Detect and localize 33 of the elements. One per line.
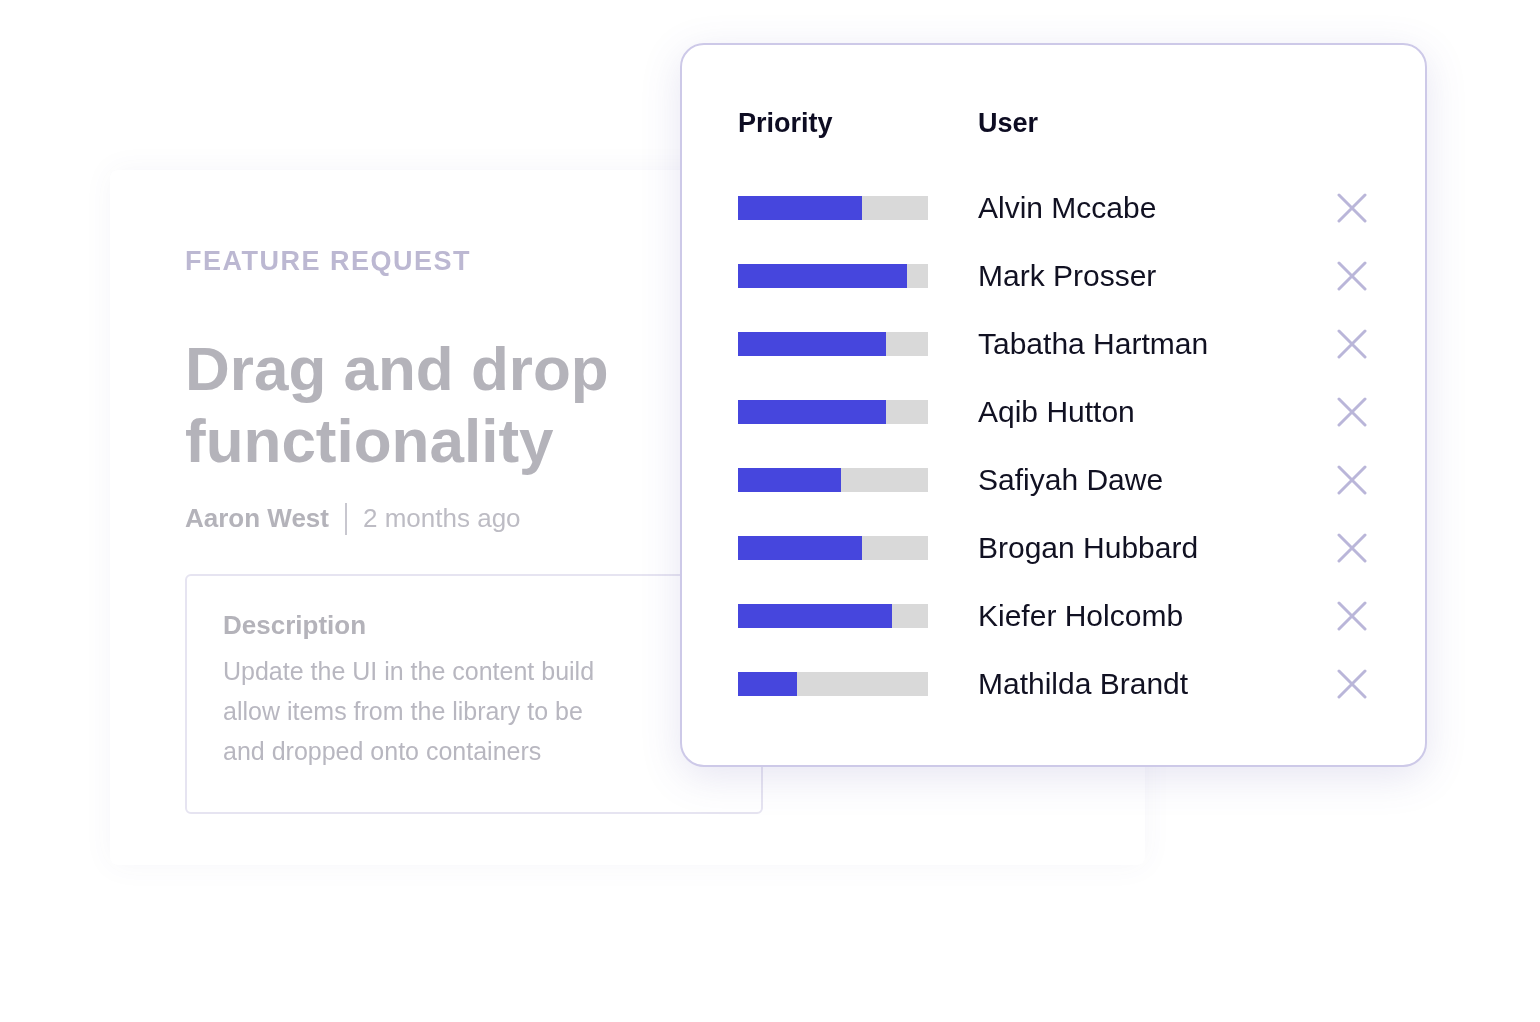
request-title: Drag and drop functionality [185, 333, 610, 477]
close-icon [1337, 668, 1367, 699]
description-heading: Description [223, 610, 368, 642]
remove-button[interactable] [1337, 328, 1367, 359]
remove-button[interactable] [1337, 260, 1367, 291]
close-icon [1337, 600, 1367, 631]
user-name: Tabatha Hartman [978, 326, 1210, 362]
remove-button[interactable] [1337, 192, 1367, 223]
column-header: User [978, 107, 1039, 140]
description-text: allow items from the library to be [223, 696, 583, 728]
close-icon [1337, 464, 1367, 495]
description-text: Update the UI in the content build [223, 656, 595, 688]
user-name: Mathilda Brandt [978, 666, 1190, 702]
close-icon [1337, 192, 1367, 223]
user-name: Mark Prosser [978, 258, 1158, 294]
close-icon [1337, 328, 1367, 359]
description-text: and dropped onto containers [223, 736, 542, 768]
user-name: Alvin Mccabe [978, 190, 1158, 226]
remove-button[interactable] [1337, 464, 1367, 495]
author-name: Aaron West [185, 502, 329, 535]
user-name: Safiyah Dawe [978, 462, 1165, 498]
timestamp: 2 months ago [363, 502, 521, 535]
user-name: Kiefer Holcomb [978, 598, 1185, 634]
remove-button[interactable] [1337, 600, 1367, 631]
close-icon [1337, 532, 1367, 563]
remove-button[interactable] [1337, 396, 1367, 427]
remove-button[interactable] [1337, 532, 1367, 563]
user-name: Aqib Hutton [978, 394, 1136, 430]
close-icon [1337, 396, 1367, 427]
remove-button[interactable] [1337, 668, 1367, 699]
column-header: Priority [738, 107, 834, 140]
close-icon [1337, 260, 1367, 291]
user-name: Brogan Hubbard [978, 530, 1200, 566]
